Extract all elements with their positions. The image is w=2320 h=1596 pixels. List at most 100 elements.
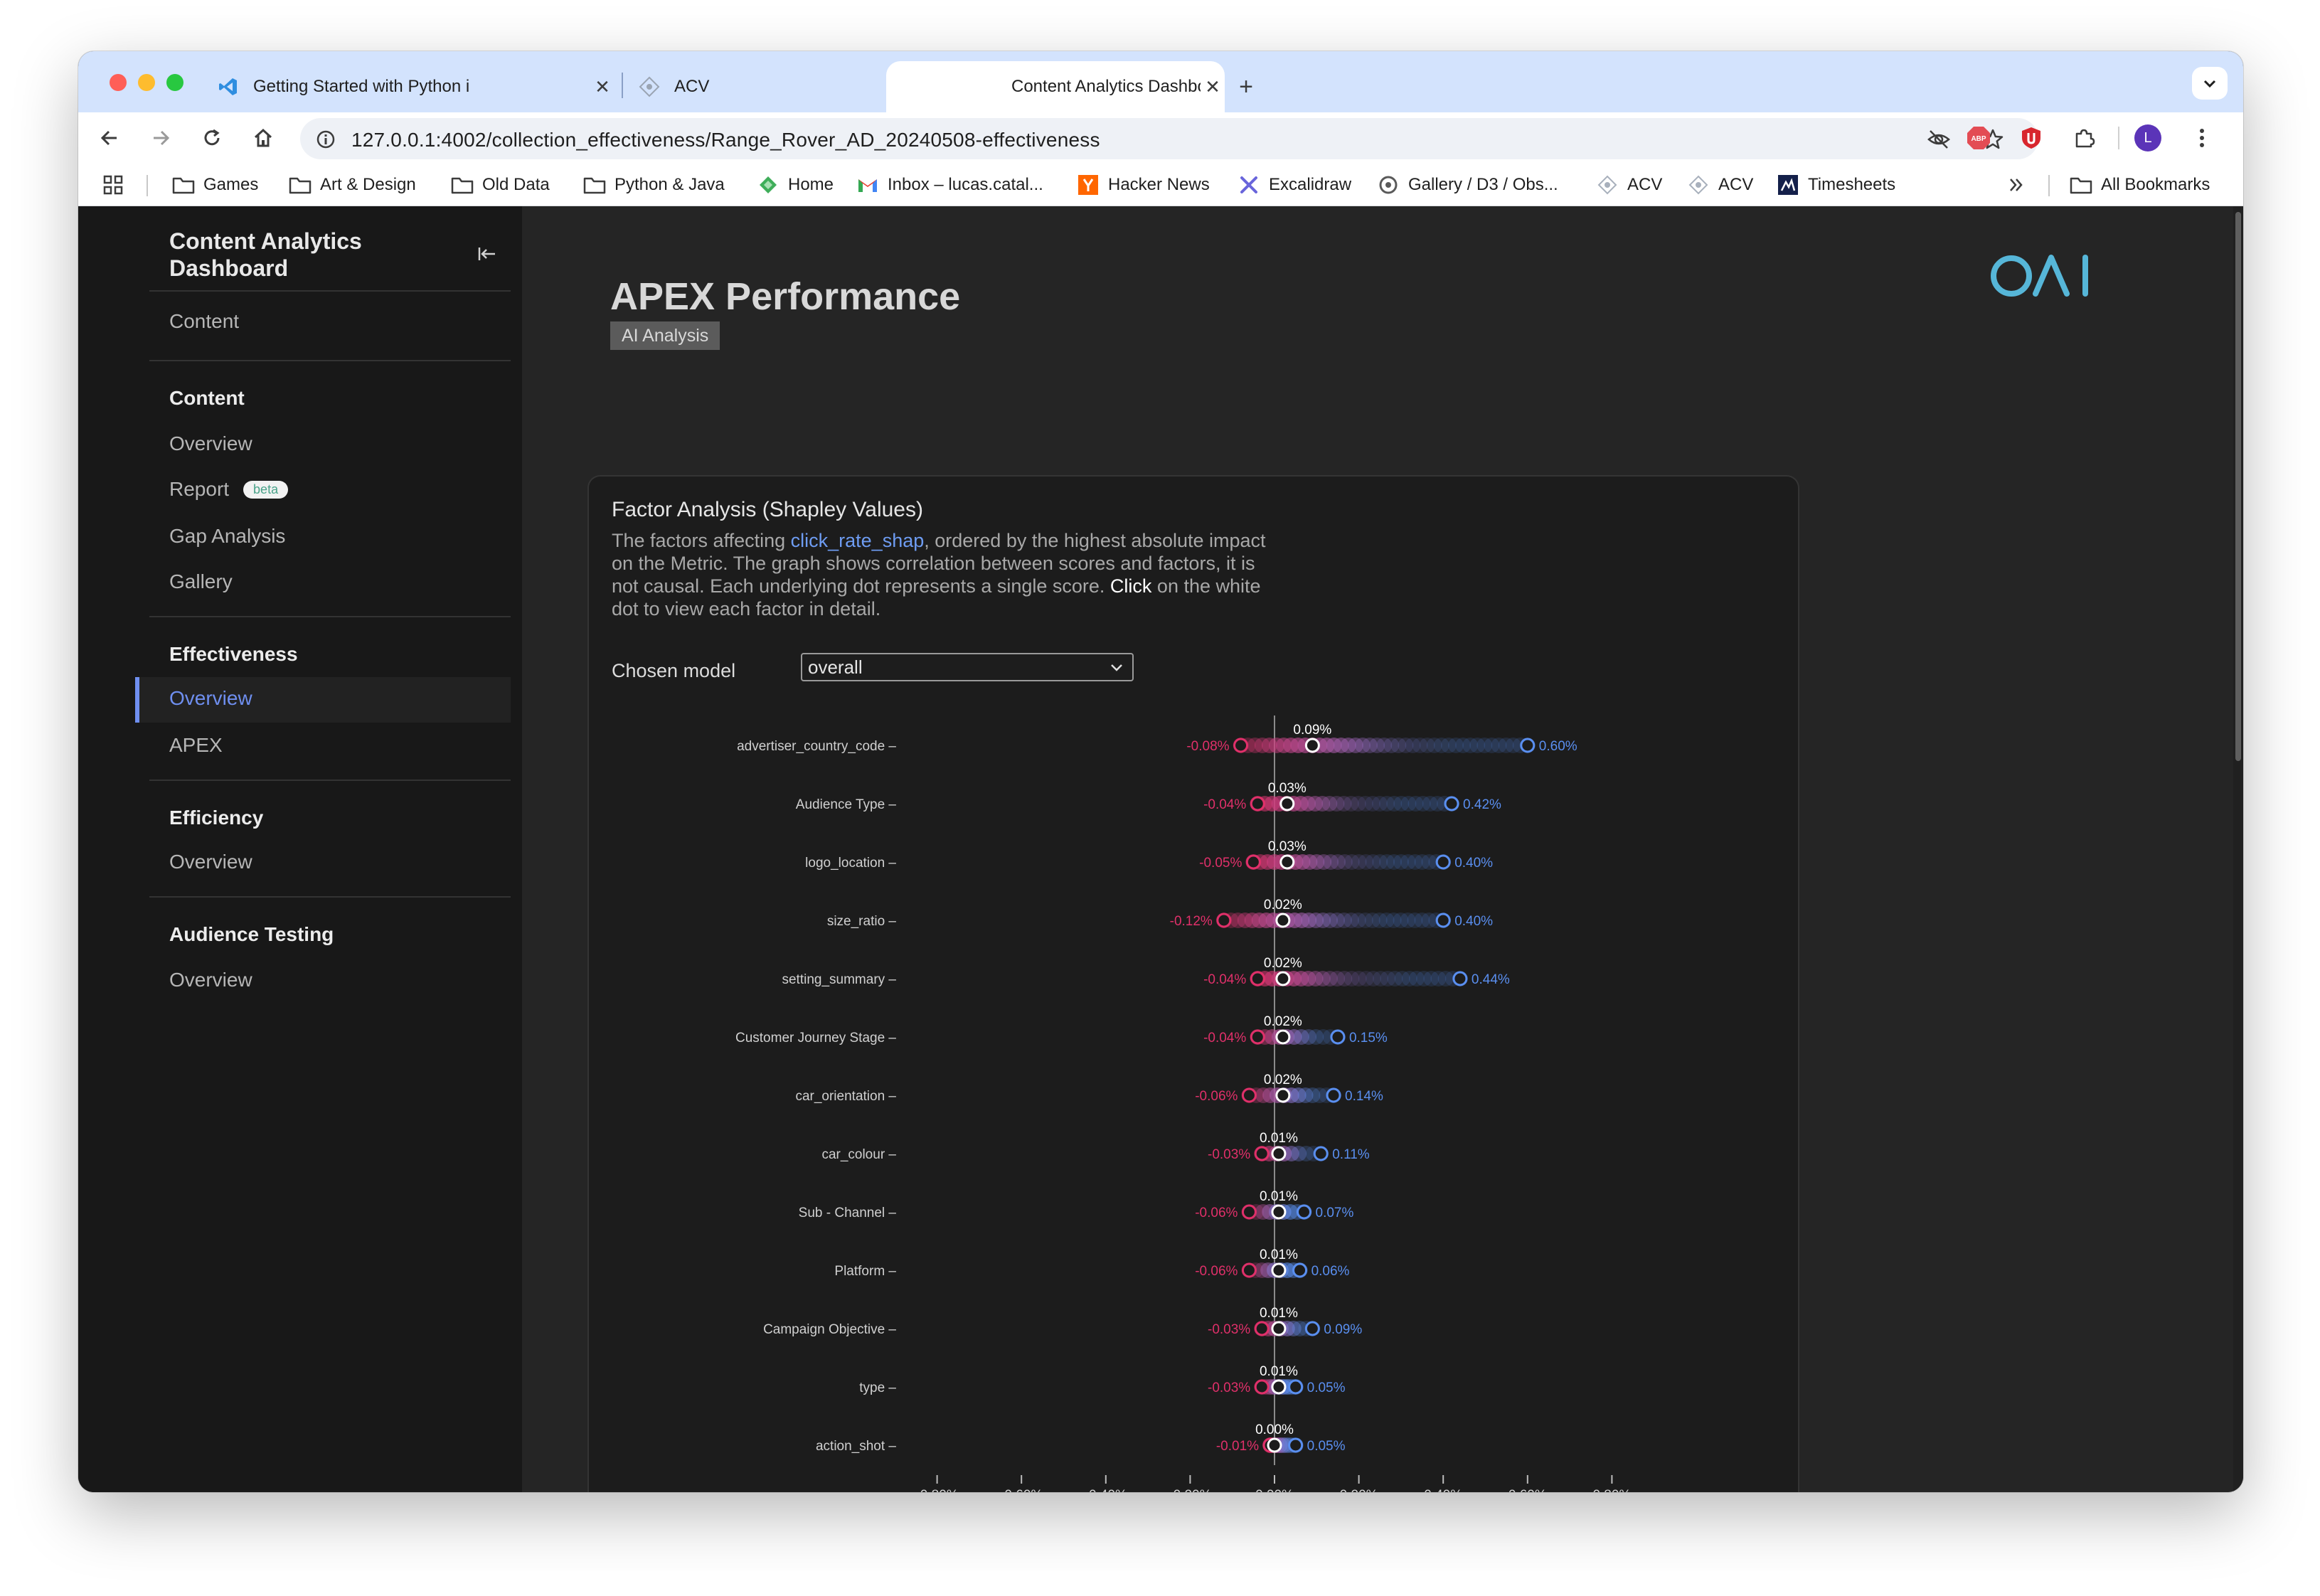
max-marker xyxy=(1288,1437,1304,1453)
bookmark-gallery-d3-obs[interactable]: Gallery / D3 / Obs... xyxy=(1377,172,1558,198)
mean-dot-logo-location[interactable] xyxy=(1279,854,1295,870)
ublock-extension-icon[interactable] xyxy=(2017,124,2045,152)
min-value-label: -0.12% xyxy=(1170,914,1213,929)
min-marker xyxy=(1254,1321,1270,1336)
mean-dot-campaign-objective[interactable] xyxy=(1271,1321,1287,1336)
scrollbar[interactable] xyxy=(2233,206,2243,1492)
folder-icon xyxy=(289,174,312,196)
min-value-label: -0.06% xyxy=(1195,1206,1238,1220)
min-marker xyxy=(1245,854,1261,870)
arrow-left-icon xyxy=(100,130,117,146)
factor-label: size_ratio – xyxy=(827,914,897,929)
scrollbar-thumb[interactable] xyxy=(2235,212,2241,761)
mean-dot-advertiser-country-code[interactable] xyxy=(1304,738,1320,753)
bookmark-acv[interactable]: ACV xyxy=(1596,172,1662,198)
min-value-label: -0.03% xyxy=(1208,1147,1250,1162)
min-value-label: -0.08% xyxy=(1186,739,1229,754)
tab-search-button[interactable] xyxy=(2192,67,2228,100)
min-marker xyxy=(1254,1146,1270,1161)
factor-label: car_orientation – xyxy=(795,1089,896,1104)
min-value-label: -0.04% xyxy=(1203,797,1246,812)
mean-dot-type[interactable] xyxy=(1271,1379,1287,1395)
mean-value-label: 0.01% xyxy=(1260,1247,1298,1262)
mean-dot-car-orientation[interactable] xyxy=(1275,1087,1291,1103)
max-value-label: 0.07% xyxy=(1316,1206,1354,1220)
adblock-extension-icon[interactable]: ABP xyxy=(1964,124,1993,152)
min-value-label: -0.01% xyxy=(1216,1439,1259,1454)
min-value-label: -0.03% xyxy=(1208,1380,1250,1395)
new-tab-button[interactable]: + xyxy=(1232,73,1260,101)
max-value-label: 0.11% xyxy=(1332,1147,1370,1162)
mean-dot-platform[interactable] xyxy=(1271,1262,1287,1278)
bookmark-art-design[interactable]: Art & Design xyxy=(289,172,416,198)
min-value-label: -0.03% xyxy=(1208,1322,1250,1337)
reload-button[interactable] xyxy=(198,124,226,152)
mean-value-label: 0.01% xyxy=(1260,1364,1298,1379)
maximize-window-button[interactable] xyxy=(166,74,183,91)
profile-avatar[interactable]: L xyxy=(2134,124,2162,152)
bookmark-games[interactable]: Games xyxy=(172,172,258,198)
observable-icon xyxy=(1377,174,1400,196)
factor-label: logo_location – xyxy=(805,856,896,871)
mean-dot-car-colour[interactable] xyxy=(1271,1146,1287,1161)
min-marker xyxy=(1250,796,1265,812)
max-value-label: 0.14% xyxy=(1345,1089,1383,1104)
eye-off-icon[interactable] xyxy=(1925,125,1953,154)
more-bookmarks-chevron-icon[interactable] xyxy=(2007,172,2026,198)
bookmark-acv[interactable]: ACV xyxy=(1687,172,1753,198)
mean-dot-size-ratio[interactable] xyxy=(1275,913,1291,928)
max-marker xyxy=(1292,1262,1308,1278)
bookmark-home[interactable]: Home xyxy=(757,172,834,198)
max-marker xyxy=(1444,796,1459,812)
min-marker xyxy=(1233,738,1249,753)
tab-getting-started[interactable]: Getting Started with Python i ✕ xyxy=(216,61,614,112)
timesheets-icon xyxy=(1777,174,1799,196)
site-info-icon[interactable] xyxy=(312,125,340,154)
address-bar[interactable]: 127.0.0.1:4002/collection_effectiveness/… xyxy=(300,118,2038,159)
bookmark-old-data[interactable]: Old Data xyxy=(451,172,550,198)
max-value-label: 0.05% xyxy=(1307,1380,1346,1395)
x-tick-label: 0.60% xyxy=(1508,1488,1547,1492)
home-button[interactable] xyxy=(249,124,277,152)
apps-grid-icon[interactable] xyxy=(102,172,124,198)
x-tick-label: -0.80% xyxy=(915,1488,958,1492)
all-bookmarks[interactable]: All Bookmarks xyxy=(2070,172,2210,198)
forward-button[interactable] xyxy=(147,124,175,152)
max-value-label: 0.40% xyxy=(1454,914,1493,929)
min-value-label: -0.04% xyxy=(1203,1031,1246,1046)
factor-label: Campaign Objective – xyxy=(763,1322,896,1337)
mean-dot-audience-type[interactable] xyxy=(1279,796,1295,812)
close-window-button[interactable] xyxy=(110,74,127,91)
min-value-label: -0.06% xyxy=(1195,1264,1238,1279)
hacker-news-icon xyxy=(1077,174,1100,196)
mean-dot-customer-journey-stage[interactable] xyxy=(1275,1029,1291,1045)
factor-label: type – xyxy=(859,1380,896,1395)
min-marker xyxy=(1250,1029,1265,1045)
bookmark-python-java[interactable]: Python & Java xyxy=(583,172,725,198)
bookmark-timesheets[interactable]: Timesheets xyxy=(1777,172,1895,198)
min-marker xyxy=(1254,1379,1270,1395)
bookmark-excalidraw[interactable]: Excalidraw xyxy=(1238,172,1351,198)
folder-icon xyxy=(583,174,606,196)
tab-content-analytics[interactable]: Content Analytics Dashboard ✕ xyxy=(886,61,1225,112)
back-button[interactable] xyxy=(95,124,124,152)
close-tab-icon[interactable]: ✕ xyxy=(1201,75,1225,99)
bookmark-hacker-news[interactable]: Hacker News xyxy=(1077,172,1210,198)
mean-dot-sub-channel[interactable] xyxy=(1271,1204,1287,1220)
extensions-puzzle-icon[interactable] xyxy=(2070,124,2098,152)
mean-dot-action-shot[interactable] xyxy=(1267,1437,1282,1453)
mean-value-label: 0.02% xyxy=(1264,956,1302,971)
minimize-window-button[interactable] xyxy=(138,74,155,91)
min-value-label: -0.06% xyxy=(1195,1089,1238,1104)
mean-value-label: 0.01% xyxy=(1260,1306,1298,1321)
browser-menu-icon[interactable] xyxy=(2188,124,2216,152)
excalidraw-icon xyxy=(1238,174,1260,196)
x-tick-label: 0.20% xyxy=(1340,1488,1378,1492)
max-marker xyxy=(1313,1146,1329,1161)
max-value-label: 0.06% xyxy=(1311,1264,1350,1279)
mean-dot-setting-summary[interactable] xyxy=(1275,971,1291,986)
max-value-label: 0.05% xyxy=(1307,1439,1346,1454)
factor-label: car_colour – xyxy=(821,1147,896,1162)
bookmark-inbox-lucas-catal[interactable]: Inbox – lucas.catal... xyxy=(856,172,1043,198)
max-marker xyxy=(1452,971,1468,986)
